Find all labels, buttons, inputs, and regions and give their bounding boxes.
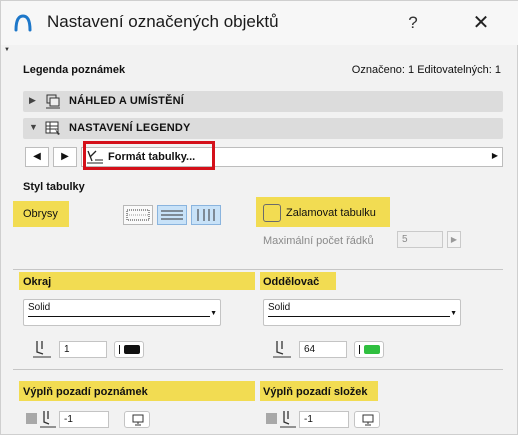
border-pen-number-input[interactable]: 1 [59, 341, 107, 358]
pen-bar-icon [359, 345, 360, 354]
legend-settings-icon [45, 121, 60, 135]
page-dropdown-arrow-icon[interactable]: ▶ [492, 151, 498, 160]
wrap-table-label: Zalamovat tabulku [286, 207, 376, 219]
section-label: NÁHLED A UMÍSTĚNÍ [69, 95, 185, 107]
settings-dialog: Nastavení označených objektů ? ✕ ▼ Legen… [0, 0, 518, 435]
help-button[interactable]: ? [397, 9, 429, 37]
current-page-label: Formát tabulky... [108, 151, 196, 163]
collapse-corner-icon[interactable]: ▼ [4, 47, 10, 53]
page-selector[interactable]: Formát tabulky... ▶ [81, 147, 503, 167]
separator-pen-color-swatch [364, 345, 380, 354]
selection-status: Označeno: 1 Editovatelných: 1 [351, 64, 501, 76]
separator-pen-number-input[interactable]: 64 [299, 341, 347, 358]
panel-heading: Legenda poznámek [23, 64, 126, 76]
section-legend-settings[interactable]: ▼ NASTAVENÍ LEGENDY [23, 118, 503, 139]
table-vertical-lines-icon [197, 209, 215, 221]
pen-table-icon [87, 150, 103, 164]
solid-line-preview [28, 316, 210, 317]
note-bg-fill-heading: Výplň pozadí poznámek [23, 386, 148, 398]
outline-label: Obrysy [23, 208, 58, 220]
note-bg-display-button[interactable] [124, 411, 150, 428]
table-horizontal-lines-button[interactable] [157, 205, 187, 225]
table-vertical-lines-button[interactable] [191, 205, 221, 225]
separator-heading: Oddělovač [263, 276, 320, 288]
border-pen-color-swatch [124, 345, 140, 354]
table-horizontal-lines-icon [161, 210, 183, 220]
component-bg-display-button[interactable] [354, 411, 380, 428]
next-page-button[interactable]: ▶ [53, 147, 77, 167]
archicad-logo-icon [14, 14, 32, 32]
border-line-type-value: Solid [28, 302, 51, 313]
chevron-down-icon: ▼ [210, 310, 217, 317]
window-title: Nastavení označených objektů [47, 12, 279, 31]
chevron-down-icon: ▼ [450, 310, 457, 317]
fill-swatch-icon [26, 413, 37, 424]
prev-page-button[interactable]: ◀ [25, 147, 49, 167]
max-rows-arrow-icon[interactable]: ▶ [447, 231, 461, 248]
max-rows-label: Maximální počet řádků [263, 235, 374, 247]
separator-pen-color-button[interactable] [354, 341, 384, 358]
pen-icon [33, 341, 51, 358]
preview-placement-icon [46, 94, 60, 109]
separator-line-type-value: Solid [268, 302, 291, 313]
close-button[interactable]: ✕ [461, 9, 501, 37]
max-rows-input[interactable]: 5 [397, 231, 443, 248]
monitor-icon [362, 414, 374, 426]
fill-swatch-icon [266, 413, 277, 424]
section-preview-placement[interactable]: ▶ NÁHLED A UMÍSTĚNÍ [23, 91, 503, 112]
solid-line-preview [268, 316, 450, 317]
wrap-table-checkbox[interactable] [263, 204, 281, 222]
border-highlight [19, 272, 255, 290]
pen-icon [273, 341, 291, 358]
table-outline-icon [126, 209, 150, 221]
table-style-heading: Styl tabulky [23, 181, 85, 193]
pen-icon [280, 411, 296, 428]
section-label: NASTAVENÍ LEGENDY [69, 122, 191, 134]
divider [13, 369, 503, 370]
collapse-arrow-icon: ▼ [29, 122, 38, 132]
component-bg-fill-heading: Výplň pozadí složek [263, 386, 368, 398]
title-bar: Nastavení označených objektů ? ✕ [1, 1, 518, 45]
pen-bar-icon [119, 345, 120, 354]
border-pen-color-button[interactable] [114, 341, 144, 358]
note-bg-pen-number-input[interactable]: -1 [59, 411, 109, 428]
border-line-type-select[interactable]: Solid ▼ [23, 299, 221, 326]
divider [13, 269, 503, 270]
pen-icon [40, 411, 56, 428]
expand-arrow-icon: ▶ [29, 95, 36, 105]
table-outline-button[interactable] [123, 205, 153, 225]
monitor-icon [132, 414, 144, 426]
separator-line-type-select[interactable]: Solid ▼ [263, 299, 461, 326]
border-heading: Okraj [23, 276, 52, 288]
component-bg-pen-number-input[interactable]: -1 [299, 411, 349, 428]
